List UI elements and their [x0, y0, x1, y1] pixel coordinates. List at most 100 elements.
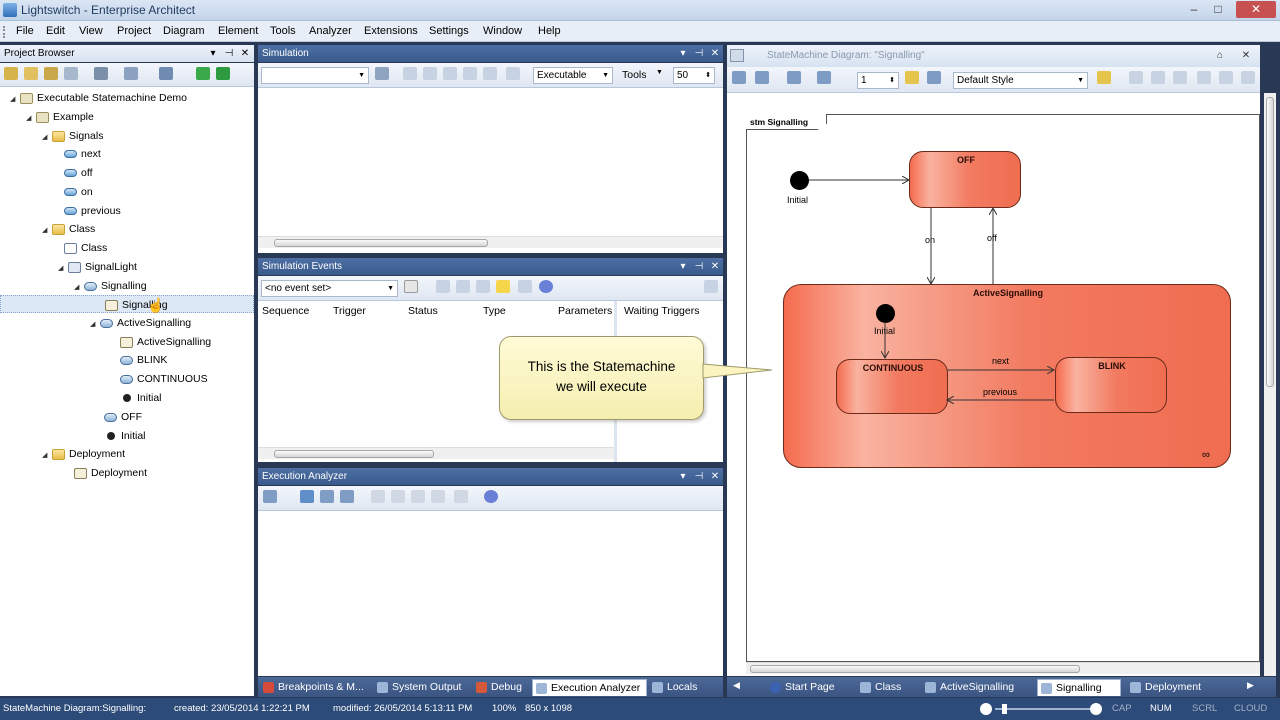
tree-item-signalling[interactable]: ◢ Signalling	[74, 277, 147, 295]
tree-item-deployment-folder[interactable]: ◢ Deployment	[42, 445, 125, 463]
tree-item-activesignalling[interactable]: ◢ ActiveSignalling	[90, 314, 191, 332]
pin-icon[interactable]: ⊣	[692, 468, 706, 485]
zoom-icon[interactable]	[1241, 71, 1255, 84]
style-select[interactable]: Default Style ▼	[953, 72, 1088, 89]
tab-execution-analyzer[interactable]: Execution Analyzer	[532, 679, 647, 696]
column-header[interactable]: Status	[408, 301, 438, 321]
add-icon[interactable]	[300, 490, 314, 503]
pin-icon[interactable]: ⊣	[222, 45, 236, 62]
pin-icon[interactable]: ⊣	[692, 258, 706, 275]
expander-icon[interactable]: ◢	[58, 260, 68, 278]
close-panel-icon[interactable]: ✕	[708, 258, 722, 275]
menu-project[interactable]: Project	[117, 25, 151, 37]
step-icon[interactable]	[423, 67, 437, 80]
move-up-icon[interactable]	[456, 280, 470, 293]
vscroll[interactable]	[1258, 93, 1260, 676]
fill-color-icon[interactable]	[787, 71, 801, 84]
menu-element[interactable]: Element	[218, 25, 258, 37]
menu-edit[interactable]: Edit	[46, 25, 65, 37]
help-icon[interactable]	[484, 490, 498, 503]
column-header[interactable]: Parameters	[558, 301, 612, 321]
minimize-button[interactable]: –	[1183, 1, 1205, 18]
copy-icon[interactable]	[340, 490, 354, 503]
line-color-icon[interactable]	[817, 71, 831, 84]
step-out-icon[interactable]	[463, 67, 477, 80]
tree-item-signallight[interactable]: ◢ SignalLight	[58, 258, 137, 276]
scroll-left-icon[interactable]: ◀	[733, 680, 740, 691]
tree-item-initial[interactable]: Initial	[104, 427, 146, 445]
panel-menu-icon[interactable]: ▾	[206, 45, 220, 62]
tree-item-initial-inner[interactable]: Initial	[120, 389, 162, 407]
simulation-hscroll[interactable]	[258, 236, 723, 248]
test-icon[interactable]	[391, 490, 405, 503]
align-top-icon[interactable]	[1151, 71, 1165, 84]
scroll-thumb[interactable]	[274, 450, 434, 458]
same-size-icon[interactable]	[1173, 71, 1187, 84]
find-icon[interactable]	[94, 67, 108, 80]
move-up-icon[interactable]	[196, 67, 210, 80]
pause-icon[interactable]	[483, 67, 497, 80]
menu-tools[interactable]: Tools	[270, 25, 296, 37]
new-element-icon[interactable]	[44, 67, 58, 80]
align-left-icon[interactable]	[1129, 71, 1143, 84]
close-panel-icon[interactable]: ✕	[708, 468, 722, 485]
tab-locals[interactable]: Locals	[649, 679, 697, 696]
text-color-icon[interactable]	[755, 71, 769, 84]
simulation-mode-select[interactable]: Executable ▼	[533, 67, 613, 84]
panel-menu-icon[interactable]: ▾	[676, 258, 690, 275]
layout-icon[interactable]	[1219, 71, 1233, 84]
options-icon[interactable]	[124, 67, 138, 80]
pin-icon[interactable]: ⊣	[692, 45, 706, 62]
column-header[interactable]: Trigger	[333, 301, 366, 321]
diagram-vscroll[interactable]	[1264, 93, 1276, 676]
simulation-target-select[interactable]: ▼	[261, 67, 369, 84]
menu-settings[interactable]: Settings	[429, 25, 469, 37]
tree-item-off-state[interactable]: OFF	[104, 408, 142, 426]
new-event-icon[interactable]	[404, 280, 418, 293]
expander-icon[interactable]: ◢	[42, 222, 52, 240]
column-header[interactable]: Type	[483, 301, 506, 321]
chevron-down-icon[interactable]: ▼	[656, 69, 663, 76]
trigger-icon[interactable]	[496, 280, 510, 293]
font-icon[interactable]	[732, 71, 746, 84]
zoom-slider-track[interactable]	[995, 708, 1090, 710]
tab-debug[interactable]: Debug	[473, 679, 522, 696]
zoom-slider-thumb[interactable]	[1002, 704, 1007, 714]
panel-menu-icon[interactable]: ▾	[676, 468, 690, 485]
new-package-icon[interactable]	[4, 67, 18, 80]
simulate-icon[interactable]	[454, 490, 468, 503]
stop-icon[interactable]	[506, 67, 520, 80]
tools-menu[interactable]: Tools	[622, 69, 647, 81]
check-icon[interactable]	[476, 280, 490, 293]
panel-menu-icon[interactable]: ▾	[676, 45, 690, 62]
speed-stepper[interactable]: 50 ⬍	[673, 67, 715, 84]
debug-icon[interactable]	[431, 490, 445, 503]
line-width-stepper[interactable]: 1 ⬍	[857, 72, 899, 89]
tree-item-class-folder[interactable]: ◢ Class	[42, 220, 95, 238]
events-hscroll[interactable]	[258, 447, 614, 459]
scroll-thumb[interactable]	[750, 665, 1080, 673]
tab-breakpoints[interactable]: Breakpoints & M...	[260, 679, 364, 696]
close-diagram-icon[interactable]: ✕	[1239, 45, 1253, 67]
menu-window[interactable]: Window	[483, 25, 522, 37]
scroll-thumb[interactable]	[274, 239, 488, 247]
tree-item-blink[interactable]: BLINK	[120, 351, 167, 369]
tree-item-model[interactable]: ◢ Executable Statemachine Demo	[10, 89, 187, 107]
theme-icon[interactable]	[1097, 71, 1111, 84]
event-set-select[interactable]: <no event set> ▼	[261, 280, 398, 297]
settings-icon[interactable]	[159, 67, 173, 80]
scroll-thumb[interactable]	[1266, 97, 1274, 387]
tab-activesignalling[interactable]: ActiveSignalling	[922, 679, 1014, 696]
menu-view[interactable]: View	[79, 25, 103, 37]
diagram-hscroll[interactable]	[746, 662, 1260, 674]
menu-extensions[interactable]: Extensions	[364, 25, 418, 37]
close-panel-icon[interactable]: ✕	[238, 45, 252, 62]
expander-icon[interactable]: ◢	[90, 316, 100, 334]
step-into-icon[interactable]	[443, 67, 457, 80]
new-diagram-icon[interactable]	[24, 67, 38, 80]
help-icon[interactable]	[539, 280, 553, 293]
delete-icon[interactable]	[518, 280, 532, 293]
run-icon[interactable]	[411, 490, 425, 503]
tree-item-class-diagram[interactable]: Class	[64, 239, 107, 257]
group-icon[interactable]	[1197, 71, 1211, 84]
